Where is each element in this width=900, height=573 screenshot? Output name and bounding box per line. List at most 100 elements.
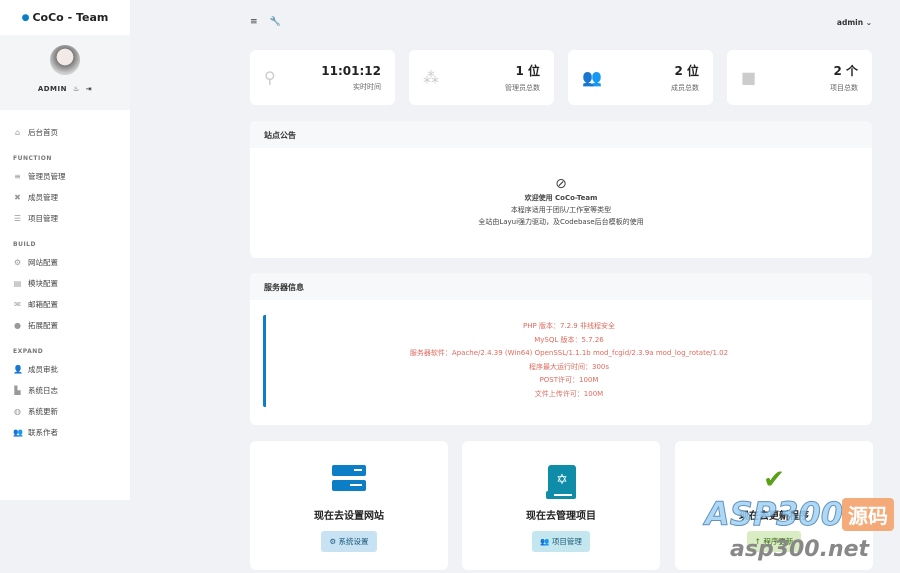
stat-card-time: ⚲ 11:01:12 实时时间	[250, 50, 395, 105]
label: 网站配置	[28, 258, 58, 267]
sidebar-nav: ⌂ 后台首页 FUNCTION ≡ 管理员管理 ✖ 成员管理 ☰ 项目管理 BUILD …	[0, 110, 130, 443]
server-icon	[250, 465, 448, 495]
notice-line: 本程序适用于团队/工作室等类型	[510, 206, 612, 214]
bomb-icon: ●	[14, 321, 21, 330]
server-info-line: MySQL 版本：5.7.26	[534, 335, 604, 344]
chart-icon: ▙	[14, 386, 21, 395]
avatar[interactable]	[50, 45, 80, 75]
button-label: 项目管理	[551, 537, 582, 546]
archive-icon: ▤	[13, 279, 22, 288]
notice-card: 站点公告 ⊘ 欢迎使用 CoCo-Team 本程序适用于团队/工作室等类型 全站…	[250, 121, 872, 258]
label: 联系作者	[28, 428, 58, 437]
svg-text:✡: ✡	[556, 472, 568, 488]
label: 成员审批	[28, 365, 58, 374]
label: 拓展配置	[28, 321, 58, 330]
sidebar-item-update[interactable]: ◍ 系统更新	[0, 401, 130, 422]
stat-value: 2 个	[833, 64, 858, 78]
sidebar-item-home[interactable]: ⌂ 后台首页	[0, 122, 130, 143]
globe-icon: ◍	[14, 407, 21, 416]
username[interactable]: ADMIN	[38, 85, 67, 93]
sidebar-item-mail-config[interactable]: ✉ 邮箱配置	[0, 294, 130, 315]
action-card-site: 现在去设置网站 ⚙ 系统设置	[250, 441, 448, 570]
sidebar-item-contact[interactable]: 👥 联系作者	[0, 422, 130, 443]
label: 后台首页	[28, 128, 58, 137]
label: 系统日志	[28, 386, 58, 395]
stat-card-projects: ■ 2 个项目总数	[727, 50, 872, 105]
label: 模块配置	[28, 279, 58, 288]
sidebar-item-approval[interactable]: 👤 成员审批	[0, 359, 130, 380]
brand-logo[interactable]: ● CoCo - Team	[0, 0, 130, 35]
stat-label: 管理员总数	[505, 84, 540, 92]
server-info-title: 服务器信息	[250, 273, 872, 300]
stat-value: 2 位	[674, 64, 699, 78]
sidebar-item-module-config[interactable]: ▤ 模块配置	[0, 273, 130, 294]
section-expand: EXPAND	[13, 348, 44, 355]
sidebar-item-site-config[interactable]: ⚙ 网站配置	[0, 252, 130, 273]
action-card-projects: ✡ 现在去管理项目 👥 项目管理	[462, 441, 660, 570]
tools-icon: ✖	[14, 193, 21, 202]
notice-line: 欢迎使用 CoCo-Team	[524, 194, 598, 202]
admins-icon: ⁂	[423, 68, 439, 87]
sidebar-item-projects[interactable]: ☰ 项目管理	[0, 208, 130, 229]
bag-icon: ■	[741, 68, 757, 87]
chevron-down-icon: ⌄	[865, 17, 872, 27]
list-icon: ≡	[14, 172, 21, 181]
menu-toggle-icon[interactable]: ≡	[250, 17, 258, 27]
wrench-icon[interactable]: 🔧	[270, 17, 281, 27]
notice-line: 全站由Layui强力驱动，及Codebase后台模板的使用	[478, 218, 644, 226]
system-settings-button[interactable]: ⚙ 系统设置	[321, 531, 377, 552]
stat-value: 1 位	[515, 64, 540, 78]
users-icon: 👥	[13, 428, 23, 437]
check-icon: ✔	[763, 465, 785, 495]
fire-icon[interactable]: ♨	[73, 85, 80, 93]
topbar: ≡ 🔧 admin ⌄	[250, 12, 872, 32]
book-icon: ✡	[462, 465, 660, 499]
stat-label: 成员总数	[671, 84, 699, 92]
server-info-line: 文件上传许可：100M	[534, 389, 604, 398]
home-icon: ⌂	[14, 128, 21, 137]
sidebar-item-extension-config[interactable]: ● 拓展配置	[0, 315, 130, 336]
server-info-card: 服务器信息 PHP 版本：7.2.9 非线程安全 MySQL 版本：5.7.26…	[250, 273, 872, 425]
layers-icon: ☰	[13, 214, 22, 223]
watermark-url: asp300.net	[730, 537, 870, 562]
watermark-logo: ASP300	[704, 495, 844, 534]
user-name: admin	[836, 17, 864, 27]
compact-disc-icon: ⊘	[555, 176, 567, 192]
stat-value: 11:01:12	[321, 63, 381, 78]
user-dropdown[interactable]: admin ⌄	[837, 18, 872, 27]
action-title: 现在去管理项目	[526, 511, 596, 522]
section-build: BUILD	[13, 241, 36, 248]
button-label: 系统设置	[338, 537, 369, 546]
watermark-badge: 源码	[842, 498, 894, 531]
sidebar-item-admins[interactable]: ≡ 管理员管理	[0, 166, 130, 187]
sitemap-icon: ⚲	[264, 68, 276, 87]
server-info-line: PHP 版本：7.2.9 非线程安全	[523, 322, 615, 330]
stat-label: 实时时间	[353, 82, 381, 91]
user-plus-icon: 👤	[13, 365, 23, 374]
users-icon: 👥	[582, 68, 602, 87]
brand-name: CoCo - Team	[32, 11, 109, 24]
stat-label: 项目总数	[830, 84, 858, 92]
sidebar: ● CoCo - Team ADMIN ♨ ⇥ ⌂ 后台首页 FUNCTION ≡ 管理员…	[0, 0, 130, 500]
server-info-line: POST许可：100M	[539, 376, 599, 384]
label: 系统更新	[28, 407, 58, 416]
sidebar-item-members[interactable]: ✖ 成员管理	[0, 187, 130, 208]
stat-card-admins: ⁂ 1 位管理员总数	[409, 50, 554, 105]
label: 邮箱配置	[28, 300, 58, 309]
gears-icon: ⚙	[13, 258, 22, 267]
server-info-line: 服务器软件：Apache/2.4.39 (Win64) OpenSSL/1.1.…	[409, 349, 729, 357]
fire-icon: ●	[21, 12, 30, 23]
envelope-icon: ✉	[14, 300, 21, 309]
action-title: 现在去设置网站	[314, 511, 384, 522]
logout-icon[interactable]: ⇥	[86, 85, 92, 93]
server-info-line: 程序最大运行时间：300s	[528, 362, 609, 371]
project-management-button[interactable]: 👥 项目管理	[532, 531, 590, 552]
notice-title: 站点公告	[250, 121, 872, 148]
profile: ADMIN ♨ ⇥	[0, 35, 130, 110]
stat-card-members: 👥 2 位成员总数	[568, 50, 713, 105]
label: 管理员管理	[28, 172, 66, 181]
section-function: FUNCTION	[13, 155, 52, 162]
label: 项目管理	[28, 214, 58, 223]
sidebar-item-logs[interactable]: ▙ 系统日志	[0, 380, 130, 401]
label: 成员管理	[28, 193, 58, 202]
